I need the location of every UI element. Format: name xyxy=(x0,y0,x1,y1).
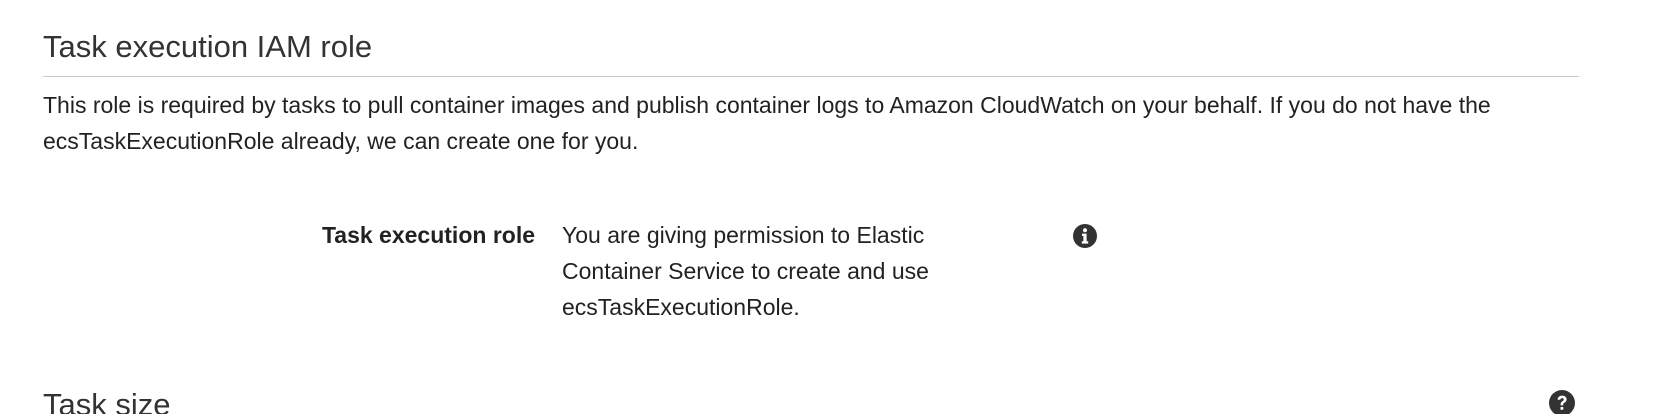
task-definition-page: Task execution IAM role This role is req… xyxy=(0,0,1680,414)
info-circle-icon[interactable] xyxy=(1072,223,1098,249)
task-execution-role-label: Task execution role xyxy=(321,222,535,248)
question-circle-icon[interactable] xyxy=(1548,389,1576,414)
task-size-heading: Task size xyxy=(43,387,171,414)
task-execution-role-value: You are giving permission to Elastic Con… xyxy=(562,222,929,320)
section-divider xyxy=(43,76,1579,77)
task-execution-iam-role-heading: Task execution IAM role xyxy=(43,29,373,64)
task-execution-role-description: This role is required by tasks to pull c… xyxy=(43,92,1491,154)
